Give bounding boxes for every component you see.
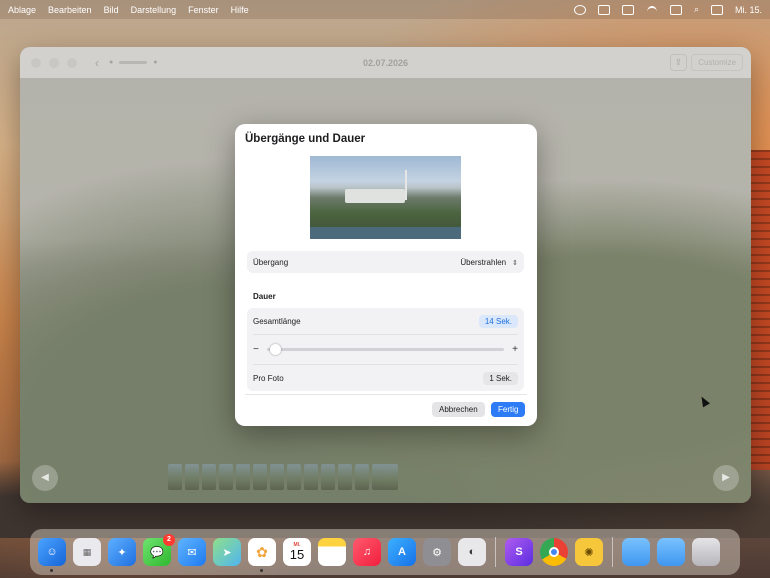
- transition-label: Übergang: [253, 257, 289, 267]
- filmstrip-thumbnail[interactable]: [253, 464, 267, 490]
- minus-icon[interactable]: −: [253, 344, 259, 355]
- preview-water: [310, 227, 461, 239]
- preview-tower: [405, 170, 407, 200]
- keyboard-brightness-icon[interactable]: [669, 4, 682, 15]
- share-button[interactable]: ⇪: [670, 54, 687, 71]
- flower-icon: ✿: [256, 543, 268, 560]
- menu-bild[interactable]: Bild: [104, 5, 119, 15]
- calendar-icon[interactable]: MI. 15: [283, 538, 311, 566]
- finder-icon[interactable]: ☺: [38, 538, 66, 572]
- filmstrip-thumbnail[interactable]: [338, 464, 352, 490]
- menu-bar: Ablage Bearbeiten Bild Darstellung Fenst…: [0, 0, 770, 19]
- search-icon[interactable]: ⌕: [694, 4, 699, 15]
- previous-slide-button[interactable]: ◀: [32, 465, 58, 491]
- app-icon[interactable]: ◐: [458, 538, 486, 566]
- share-icon: ⇪: [674, 57, 683, 67]
- play-icon: ▶: [722, 472, 730, 483]
- filmstrip: [168, 464, 398, 490]
- customize-button[interactable]: Customize: [691, 54, 743, 71]
- transition-row: Übergang Überstrahlen ⇕: [247, 251, 524, 273]
- music-icon[interactable]: ♫: [353, 538, 381, 566]
- menu-hilfe[interactable]: Hilfe: [231, 5, 249, 15]
- duration-section-heading: Dauer: [253, 292, 276, 301]
- duration-slider-row: − +: [247, 335, 524, 364]
- mail-icon[interactable]: ✉: [178, 538, 206, 566]
- filmstrip-thumbnail[interactable]: [236, 464, 250, 490]
- chrome-center: [549, 547, 559, 557]
- calendar-day: 15: [289, 547, 305, 562]
- filmstrip-thumbnail[interactable]: [372, 464, 398, 490]
- duration-slider[interactable]: [266, 344, 505, 355]
- total-length-label: Gesamtlänge: [253, 316, 301, 326]
- folder-icon[interactable]: [622, 538, 650, 566]
- grid-icon: ▦: [82, 546, 92, 557]
- window-title: 02.07.2026: [362, 57, 409, 68]
- trash-icon[interactable]: [692, 538, 720, 566]
- dialog-title: Übergänge und Dauer: [245, 133, 366, 145]
- menu-darstellung[interactable]: Darstellung: [131, 5, 177, 15]
- chrome-icon[interactable]: [540, 538, 568, 566]
- running-indicator: [260, 569, 263, 572]
- filmstrip-thumbnail[interactable]: [168, 464, 182, 490]
- filmstrip-thumbnail[interactable]: [287, 464, 301, 490]
- battery-icon[interactable]: [621, 4, 634, 15]
- filmstrip-thumbnail[interactable]: [202, 464, 216, 490]
- safari-icon[interactable]: ✦: [108, 538, 136, 566]
- slider-thumb[interactable]: [269, 344, 281, 355]
- chevron-up-down-icon: ⇕: [512, 259, 518, 267]
- per-photo-value[interactable]: 1 Sek.: [483, 371, 518, 385]
- filmstrip-thumbnail[interactable]: [270, 464, 284, 490]
- transition-popup[interactable]: Überstrahlen ⇕: [460, 258, 518, 267]
- dialog-footer-divider: [245, 394, 527, 395]
- wifi-icon[interactable]: [646, 5, 658, 15]
- menu-fenster[interactable]: Fenster: [188, 5, 219, 15]
- total-length-value[interactable]: 14 Sek.: [478, 314, 518, 328]
- control-center-icon[interactable]: [710, 4, 723, 15]
- launchpad-icon[interactable]: ▦: [73, 538, 101, 566]
- system-settings-icon[interactable]: ⚙: [423, 538, 451, 566]
- maps-icon[interactable]: ➤: [213, 538, 241, 566]
- menu-ablage[interactable]: Ablage: [8, 5, 36, 15]
- done-button[interactable]: Fertig: [491, 402, 526, 417]
- running-indicator: [50, 569, 53, 572]
- transitions-duration-dialog: Übergänge und Dauer Übergang Überstrahle…: [235, 124, 537, 426]
- screen-recording-icon[interactable]: [573, 4, 586, 15]
- filmstrip-thumbnail[interactable]: [304, 464, 318, 490]
- shortcuts-icon[interactable]: S: [505, 538, 533, 566]
- filmstrip-thumbnail[interactable]: [321, 464, 335, 490]
- filmstrip-thumbnail[interactable]: [355, 464, 369, 490]
- messages-badge: 2: [163, 534, 175, 546]
- messages-icon[interactable]: 💬 2: [143, 534, 175, 566]
- play-button[interactable]: ▶: [713, 465, 739, 491]
- menu-bearbeiten[interactable]: Bearbeiten: [48, 5, 92, 15]
- transition-value: Überstrahlen: [460, 257, 507, 267]
- wallpaper-bridge: [748, 150, 770, 470]
- text-input-icon[interactable]: [597, 4, 610, 15]
- photos-icon[interactable]: ✿: [248, 538, 276, 572]
- skip-back-icon: ◀: [41, 472, 49, 483]
- transition-preview-image: [310, 156, 461, 239]
- filmstrip-thumbnail[interactable]: [185, 464, 199, 490]
- filmstrip-thumbnail[interactable]: [219, 464, 233, 490]
- per-photo-label: Pro Foto: [253, 373, 284, 383]
- duration-group: Gesamtlänge 14 Sek. − + Pro Foto 1 Sek.: [247, 308, 524, 391]
- cancel-button[interactable]: Abbrechen: [432, 402, 485, 417]
- preview-stadium: [345, 189, 405, 203]
- menubar-clock[interactable]: Mi. 15.: [735, 5, 762, 15]
- dock-separator: [612, 537, 613, 567]
- window-titlebar: ‹ ● ● 02.07.2026 ⇪ Customize: [20, 47, 751, 78]
- app-store-icon[interactable]: A: [388, 538, 416, 566]
- dock: ☺ ▦ ✦ 💬 2 ✉ ➤ ✿ MI. 15 ♫ A ⚙ ◐ S ✺: [30, 529, 740, 575]
- notes-icon[interactable]: [318, 538, 346, 566]
- plus-icon[interactable]: +: [512, 344, 518, 355]
- downloads-folder-icon[interactable]: [657, 538, 685, 566]
- butterfly-app-icon[interactable]: ✺: [575, 538, 603, 566]
- dock-separator: [495, 537, 496, 567]
